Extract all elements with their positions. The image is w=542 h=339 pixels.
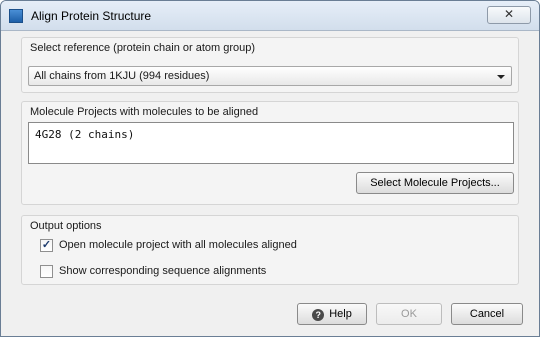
help-button[interactable]: ? Help (297, 303, 367, 325)
molecules-list[interactable]: 4G28 (2 chains) (28, 122, 514, 164)
ok-button[interactable]: OK (376, 303, 442, 325)
molecules-group: Molecule Projects with molecules to be a… (21, 101, 519, 205)
cancel-button[interactable]: Cancel (451, 303, 523, 325)
show-alignments-checkbox[interactable] (40, 265, 53, 278)
close-icon: ✕ (503, 7, 515, 21)
open-project-checkbox[interactable]: ✓ (40, 239, 53, 252)
dialog-content: Select reference (protein chain or atom … (9, 31, 533, 329)
app-icon (9, 9, 23, 23)
reference-selected-value: All chains from 1KJU (994 residues) (34, 70, 210, 82)
dialog-window: Align Protein Structure ✕ Select referen… (0, 0, 540, 337)
reference-select[interactable]: All chains from 1KJU (994 residues) (28, 66, 512, 86)
window-title: Align Protein Structure (31, 9, 152, 23)
reference-group: Select reference (protein chain or atom … (21, 37, 519, 93)
output-options-label: Output options (30, 220, 102, 232)
title-bar: Align Protein Structure ✕ (1, 1, 539, 31)
molecules-label: Molecule Projects with molecules to be a… (30, 106, 259, 118)
help-button-label: Help (329, 308, 352, 320)
help-icon: ? (312, 309, 325, 321)
chevron-down-icon (497, 75, 505, 79)
close-button[interactable]: ✕ (487, 6, 531, 24)
list-item[interactable]: 4G28 (2 chains) (35, 128, 134, 141)
open-project-label: Open molecule project with all molecules… (59, 239, 297, 251)
reference-label: Select reference (protein chain or atom … (30, 42, 256, 54)
show-alignments-label: Show corresponding sequence alignments (59, 265, 267, 277)
output-options-group: Output options ✓ Open molecule project w… (21, 215, 519, 285)
select-molecule-projects-button[interactable]: Select Molecule Projects... (356, 172, 514, 194)
